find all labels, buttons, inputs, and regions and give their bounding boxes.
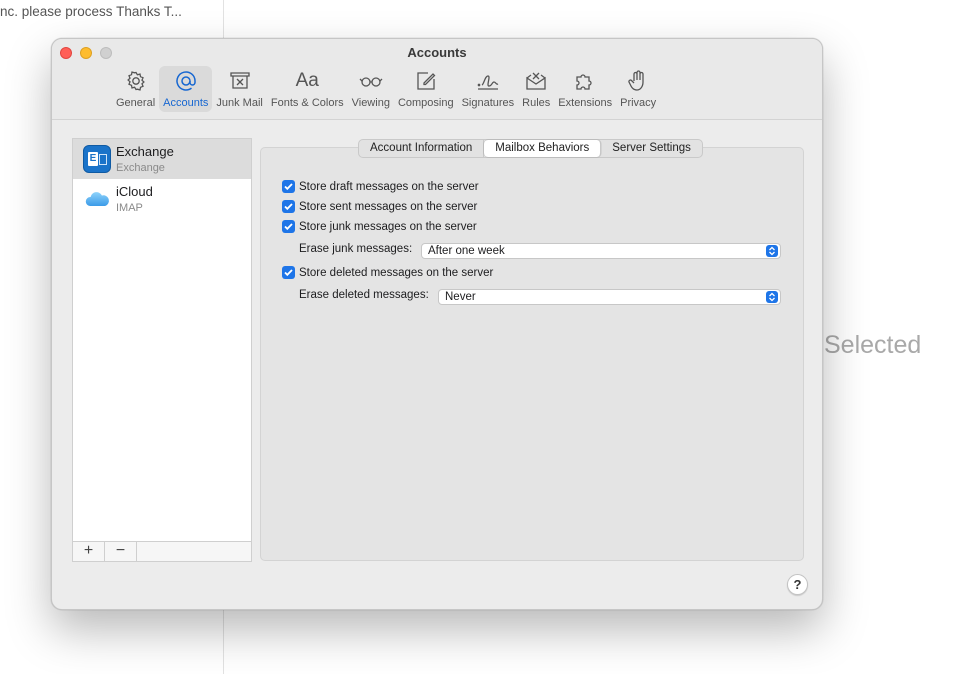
- glasses-icon: [359, 77, 383, 87]
- store-junk-option[interactable]: Store junk messages on the server: [282, 220, 477, 233]
- accounts-preferences-window: Accounts General Accounts Junk Mail Aa F…: [51, 38, 823, 610]
- tab-server-settings[interactable]: Server Settings: [601, 140, 702, 157]
- account-type: Exchange: [116, 162, 165, 174]
- chevron-up-down-icon: [766, 291, 778, 303]
- erase-junk-row: Erase junk messages:: [299, 243, 412, 255]
- store-junk-label: Store junk messages on the server: [299, 220, 477, 233]
- toolbar-fonts-colors-label: Fonts & Colors: [270, 97, 344, 109]
- toolbar-general-label: General: [116, 97, 156, 109]
- junk-mail-icon: [229, 72, 250, 89]
- erase-junk-select[interactable]: After one week: [421, 243, 781, 259]
- toolbar-rules[interactable]: Rules: [518, 66, 554, 112]
- store-sent-checkbox[interactable]: [282, 200, 295, 213]
- help-button[interactable]: ?: [787, 574, 808, 595]
- toolbar-composing-label: Composing: [397, 97, 454, 109]
- erase-deleted-value: Never: [445, 291, 476, 303]
- toolbar-extensions[interactable]: Extensions: [554, 66, 616, 112]
- account-list-footer: + −: [72, 542, 252, 562]
- account-type: IMAP: [116, 202, 143, 214]
- erase-deleted-select[interactable]: Never: [438, 289, 781, 305]
- gear-icon: [126, 71, 145, 91]
- store-drafts-label: Store draft messages on the server: [299, 180, 479, 193]
- store-drafts-checkbox[interactable]: [282, 180, 295, 193]
- store-sent-option[interactable]: Store sent messages on the server: [282, 200, 477, 213]
- store-junk-checkbox[interactable]: [282, 220, 295, 233]
- puzzle-icon: [576, 74, 592, 90]
- background-selected-label: Selected: [824, 331, 922, 359]
- toolbar-privacy[interactable]: Privacy: [616, 66, 660, 112]
- chevron-up-down-icon: [766, 245, 778, 257]
- signature-icon: [477, 75, 499, 90]
- background-message-snippet: nc. please process Thanks T...: [0, 4, 182, 19]
- erase-junk-value: After one week: [428, 245, 505, 257]
- tab-account-information[interactable]: Account Information: [359, 140, 485, 157]
- hand-icon: [628, 70, 644, 91]
- account-list: E Exchange Exchange iCloud IMAP: [72, 138, 252, 542]
- compose-icon: [417, 72, 436, 90]
- preferences-toolbar: General Accounts Junk Mail Aa Fonts & Co…: [112, 66, 660, 114]
- fonts-icon: Aa: [295, 70, 319, 91]
- toolbar-fonts-colors[interactable]: Aa Fonts & Colors: [267, 66, 348, 112]
- toolbar-viewing[interactable]: Viewing: [348, 66, 394, 112]
- exchange-icon: E: [83, 145, 111, 173]
- toolbar-privacy-label: Privacy: [620, 97, 657, 109]
- remove-account-button[interactable]: −: [105, 542, 137, 561]
- toolbar-extensions-label: Extensions: [558, 97, 613, 109]
- toolbar-signatures-label: Signatures: [461, 97, 515, 109]
- add-account-button[interactable]: +: [73, 542, 105, 561]
- toolbar-general[interactable]: General: [112, 66, 159, 112]
- toolbar-signatures[interactable]: Signatures: [458, 66, 519, 112]
- rules-icon: [526, 72, 546, 90]
- toolbar-rules-label: Rules: [522, 97, 551, 109]
- store-sent-label: Store sent messages on the server: [299, 200, 478, 213]
- toolbar-accounts[interactable]: Accounts: [159, 66, 213, 112]
- titlebar: Accounts General Accounts Junk Mail Aa F…: [52, 39, 822, 120]
- settings-tabs: Account Information Mailbox Behaviors Se…: [358, 139, 703, 158]
- icloud-icon: [83, 185, 111, 213]
- at-icon: [176, 71, 196, 91]
- toolbar-viewing-label: Viewing: [351, 97, 390, 109]
- store-deleted-checkbox[interactable]: [282, 266, 295, 279]
- account-row-exchange[interactable]: E Exchange Exchange: [73, 139, 251, 179]
- account-row-icloud[interactable]: iCloud IMAP: [73, 179, 251, 219]
- store-deleted-label: Store deleted messages on the server: [299, 266, 494, 279]
- account-name: iCloud: [116, 184, 153, 199]
- store-drafts-option[interactable]: Store draft messages on the server: [282, 180, 479, 193]
- account-name: Exchange: [116, 144, 174, 159]
- toolbar-accounts-label: Accounts: [163, 97, 209, 109]
- store-deleted-option[interactable]: Store deleted messages on the server: [282, 266, 493, 279]
- toolbar-composing[interactable]: Composing: [394, 66, 458, 112]
- erase-junk-label: Erase junk messages:: [299, 243, 413, 255]
- toolbar-junk-mail[interactable]: Junk Mail: [212, 66, 266, 112]
- toolbar-junk-mail-label: Junk Mail: [216, 97, 263, 109]
- erase-deleted-row: Erase deleted messages:: [299, 289, 429, 301]
- window-title: Accounts: [407, 45, 467, 60]
- erase-deleted-label: Erase deleted messages:: [299, 289, 429, 301]
- tab-mailbox-behaviors[interactable]: Mailbox Behaviors: [484, 140, 602, 157]
